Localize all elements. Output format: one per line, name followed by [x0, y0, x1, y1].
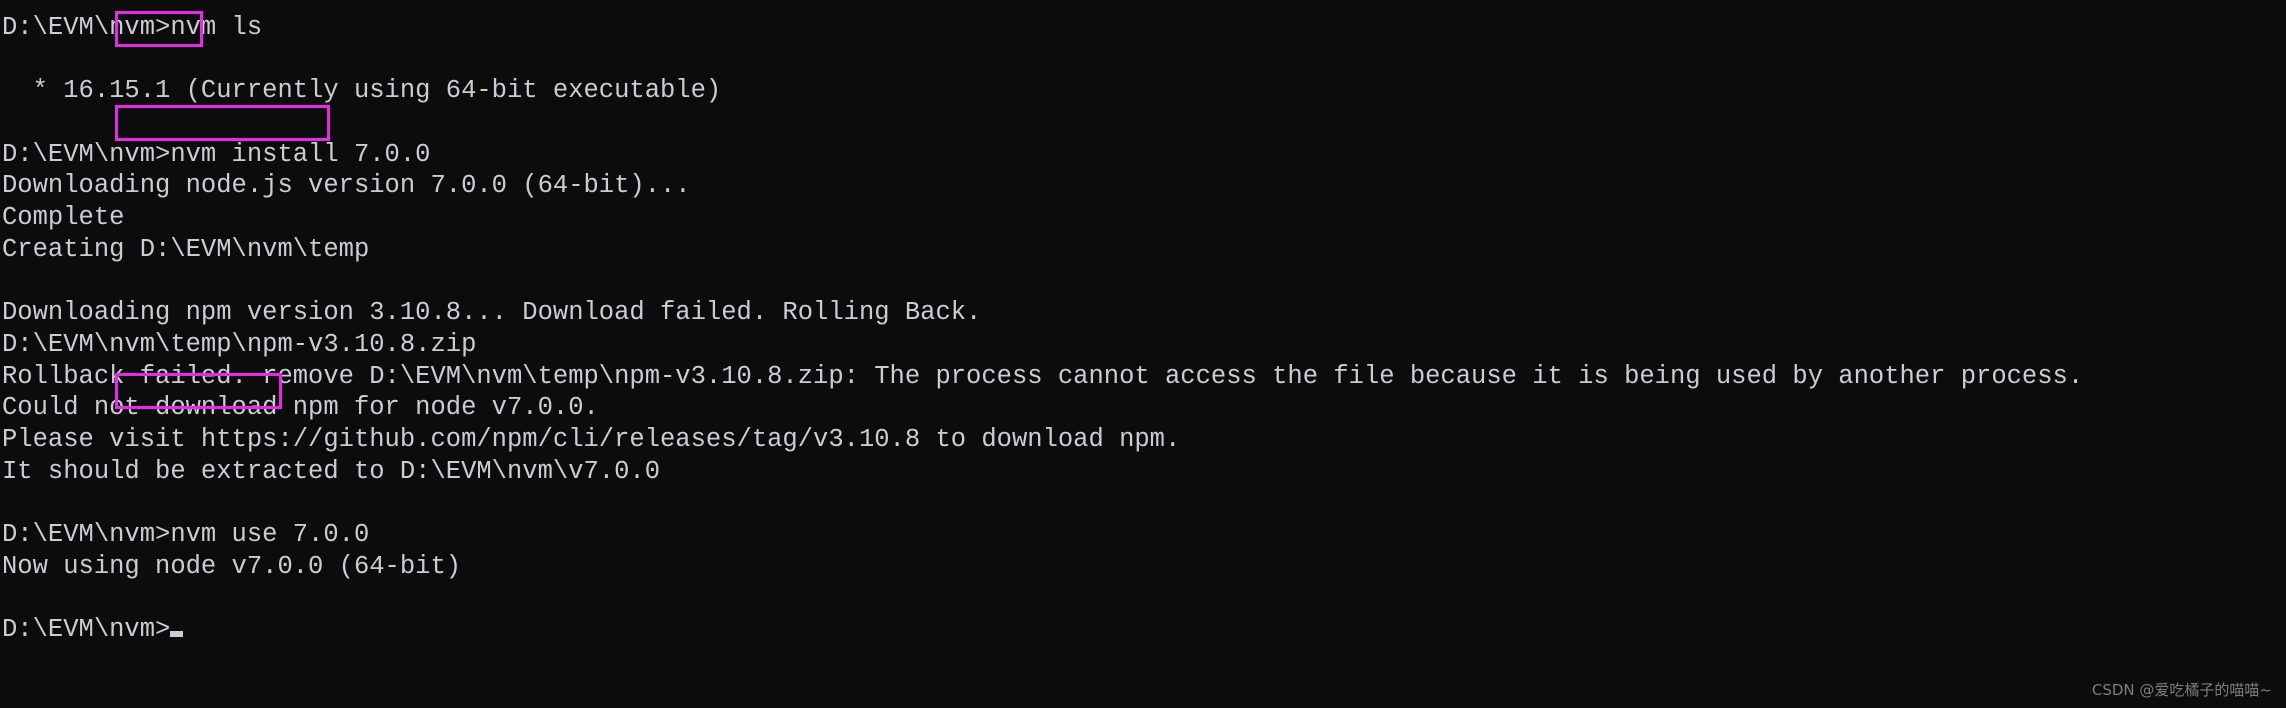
terminal-line-rollback-failed: Rollback failed. remove D:\EVM\nvm\temp\… [2, 361, 2084, 391]
text-cursor [170, 631, 184, 638]
terminal-line-could-not-download-npm: Could not download npm for node v7.0.0. [2, 393, 599, 423]
prompt-text: D:\EVM\nvm> [2, 615, 171, 645]
terminal-line-npm-zip-path: D:\EVM\nvm\temp\npm-v3.10.8.zip [2, 329, 477, 359]
terminal-line-complete: Complete [2, 203, 125, 233]
terminal-line-downloading-node: Downloading node.js version 7.0.0 (64-bi… [2, 171, 691, 201]
terminal-line-downloading-npm-failed: Downloading npm version 3.10.8... Downlo… [2, 298, 982, 328]
terminal-line-command-nvm-use: D:\EVM\nvm>nvm use 7.0.0 [2, 520, 370, 549]
terminal-line-please-visit-url: Please visit https://github.com/npm/cli/… [2, 424, 1181, 454]
terminal-line-creating-temp: Creating D:\EVM\nvm\temp [2, 234, 370, 264]
terminal-line-installed-version: * 16.15.1 (Currently using 64-bit execut… [2, 76, 722, 106]
terminal-line-final-prompt[interactable]: D:\EVM\nvm> [0, 614, 2286, 646]
terminal-line-command-nvm-ls: D:\EVM\nvm>nvm ls [2, 13, 263, 42]
terminal-line-extract-hint: It should be extracted to D:\EVM\nvm\v7.… [2, 456, 661, 486]
terminal-line-command-nvm-install: D:\EVM\nvm>nvm install 7.0.0 [2, 139, 431, 169]
terminal-line-now-using-node: Now using node v7.0.0 (64-bit) [2, 551, 462, 581]
terminal-window[interactable]: D:\EVM\nvm>nvm ls * 16.15.1 (Currently u… [0, 0, 2286, 708]
csdn-watermark: CSDN @爱吃橘子的喵喵~ [2091, 681, 2272, 699]
